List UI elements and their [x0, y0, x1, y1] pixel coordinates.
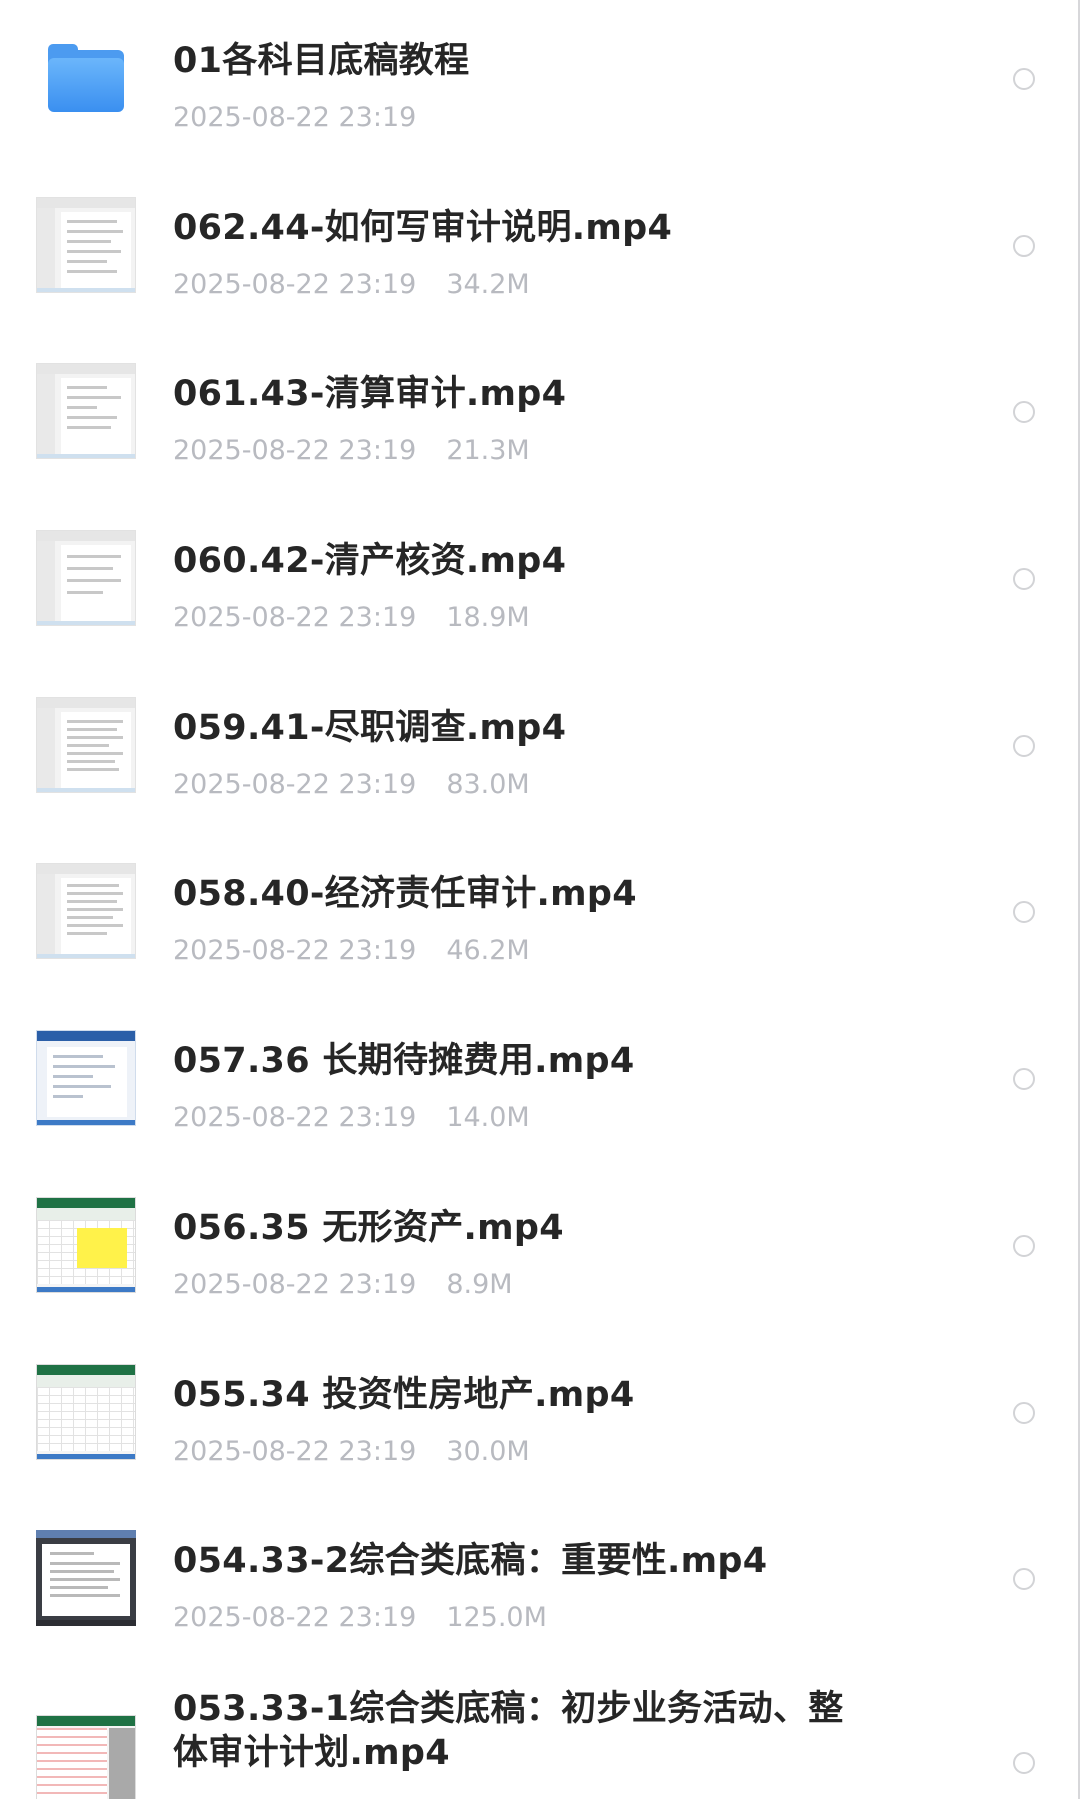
- list-item[interactable]: 058.40-经济责任审计.mp4 2025-08-22 23:19 46.2M: [0, 833, 1078, 1000]
- video-thumbnail: [36, 1714, 136, 1799]
- file-date: 2025-08-22 23:19: [173, 1102, 417, 1134]
- file-date: 2025-08-22 23:19: [173, 1268, 417, 1300]
- file-date: 2025-08-22 23:19: [173, 268, 417, 300]
- list-item-folder[interactable]: 01各科目底稿教程 2025-08-22 23:19: [0, 0, 1078, 167]
- select-radio[interactable]: [1013, 1234, 1035, 1257]
- list-item[interactable]: 055.34 投资性房地产.mp4 2025-08-22 23:19 30.0M: [0, 1334, 1078, 1501]
- file-size: 125.0M: [446, 1602, 547, 1634]
- file-meta: 2025-08-22 23:19 14.0M: [173, 1102, 530, 1133]
- select-radio[interactable]: [1013, 901, 1035, 924]
- file-date: 2025-08-22 23:19: [173, 602, 417, 634]
- file-date: 2025-08-22 23:19: [173, 435, 417, 467]
- file-name: 054.33-2综合类底稿：重要性.mp4: [173, 1541, 768, 1582]
- file-size: 30.0M: [446, 1435, 530, 1467]
- list-item[interactable]: 059.41-尽职调查.mp4 2025-08-22 23:19 83.0M: [0, 667, 1078, 834]
- list-item[interactable]: 056.35 无形资产.mp4 2025-08-22 23:19 8.9M: [0, 1167, 1078, 1334]
- video-thumbnail: [36, 196, 136, 293]
- file-meta: 2025-08-22 23:19 8.9M: [173, 1269, 513, 1300]
- list-item[interactable]: 053.33-1综合类底稿：初步业务活动、整体审计计划.mp4: [0, 1667, 1078, 1799]
- file-name: 053.33-1综合类底稿：初步业务活动、整体审计计划.mp4: [173, 1688, 844, 1773]
- file-name: 060.42-清产核资.mp4: [173, 541, 567, 582]
- file-date: 2025-08-22 23:19: [173, 102, 417, 133]
- select-radio[interactable]: [1013, 1068, 1035, 1091]
- file-date: 2025-08-22 23:19: [173, 768, 417, 800]
- select-radio[interactable]: [1013, 234, 1035, 257]
- video-thumbnail: [36, 530, 136, 627]
- video-thumbnail: [36, 1363, 136, 1460]
- file-meta: 2025-08-22 23:19 34.2M: [173, 269, 530, 300]
- file-name: 055.34 投资性房地产.mp4: [173, 1374, 635, 1415]
- file-meta: 2025-08-22 23:19 18.9M: [173, 602, 530, 633]
- file-size: 8.9M: [446, 1268, 513, 1300]
- select-radio[interactable]: [1013, 1751, 1035, 1774]
- video-thumbnail: [36, 696, 136, 793]
- file-size: 34.2M: [446, 268, 530, 300]
- file-meta: 2025-08-22 23:19 125.0M: [173, 1602, 547, 1633]
- list-item[interactable]: 062.44-如何写审计说明.mp4 2025-08-22 23:19 34.2M: [0, 167, 1078, 334]
- file-name: 059.41-尽职调查.mp4: [173, 707, 567, 748]
- file-name: 056.35 无形资产.mp4: [173, 1207, 564, 1248]
- file-list: 01各科目底稿教程 2025-08-22 23:19 062.44-如何写审计说…: [0, 0, 1078, 1799]
- file-meta: 2025-08-22 23:19: [173, 102, 416, 133]
- file-size: 83.0M: [446, 768, 530, 800]
- file-size: 46.2M: [446, 935, 530, 967]
- select-radio[interactable]: [1013, 1568, 1035, 1591]
- file-name: 061.43-清算审计.mp4: [173, 374, 567, 415]
- file-date: 2025-08-22 23:19: [173, 1435, 417, 1467]
- file-date: 2025-08-22 23:19: [173, 1602, 417, 1634]
- file-meta: 2025-08-22 23:19 46.2M: [173, 935, 530, 966]
- video-thumbnail: [36, 1196, 136, 1293]
- list-item[interactable]: 060.42-清产核资.mp4 2025-08-22 23:19 18.9M: [0, 500, 1078, 667]
- file-name: 062.44-如何写审计说明.mp4: [173, 207, 673, 248]
- select-radio[interactable]: [1013, 68, 1035, 90]
- video-thumbnail: [36, 363, 136, 460]
- folder-icon: [48, 44, 124, 112]
- select-radio[interactable]: [1013, 568, 1035, 591]
- video-thumbnail: [36, 1030, 136, 1127]
- video-thumbnail: [36, 863, 136, 960]
- file-name: 01各科目底稿教程: [173, 41, 470, 81]
- file-name: 057.36 长期待摊费用.mp4: [173, 1041, 635, 1082]
- video-thumbnail: [36, 1530, 136, 1627]
- list-item[interactable]: 054.33-2综合类底稿：重要性.mp4 2025-08-22 23:19 12…: [0, 1500, 1078, 1667]
- file-name: 058.40-经济责任审计.mp4: [173, 874, 637, 915]
- select-radio[interactable]: [1013, 734, 1035, 757]
- file-meta: 2025-08-22 23:19 21.3M: [173, 435, 530, 466]
- select-radio[interactable]: [1013, 401, 1035, 424]
- file-size: 18.9M: [446, 602, 530, 634]
- list-item[interactable]: 057.36 长期待摊费用.mp4 2025-08-22 23:19 14.0M: [0, 1000, 1078, 1167]
- file-meta: 2025-08-22 23:19 83.0M: [173, 769, 530, 800]
- file-size: 14.0M: [446, 1102, 530, 1134]
- file-meta: 2025-08-22 23:19 30.0M: [173, 1436, 530, 1467]
- file-browser: 01各科目底稿教程 2025-08-22 23:19 062.44-如何写审计说…: [0, 0, 1080, 1799]
- list-item[interactable]: 061.43-清算审计.mp4 2025-08-22 23:19 21.3M: [0, 333, 1078, 500]
- file-date: 2025-08-22 23:19: [173, 935, 417, 967]
- file-size: 21.3M: [446, 435, 530, 467]
- select-radio[interactable]: [1013, 1401, 1035, 1424]
